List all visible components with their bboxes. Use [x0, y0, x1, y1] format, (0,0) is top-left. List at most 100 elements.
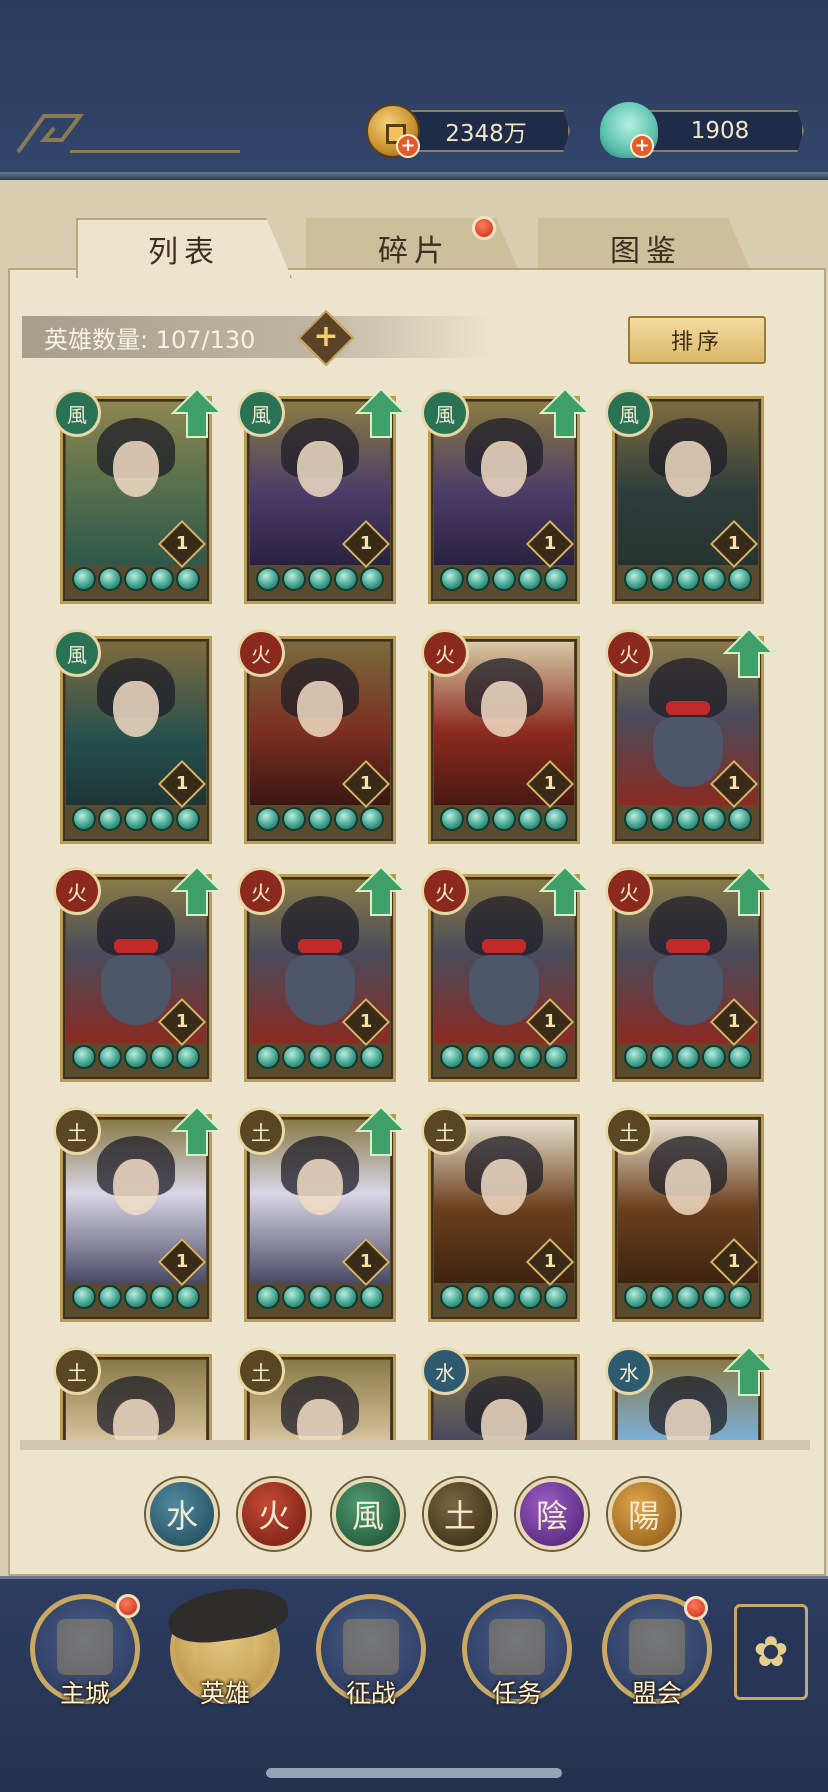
filter-earth-button[interactable]: 土: [424, 1478, 496, 1550]
hero-card[interactable]: 1土: [421, 1107, 580, 1322]
nav-quests-label: 任务: [491, 1679, 542, 1708]
jade-star-icon: [72, 567, 96, 591]
hero-card[interactable]: 土: [237, 1347, 396, 1448]
gem-currency[interactable]: 1908 +: [600, 102, 806, 158]
hero-level: 1: [175, 1251, 189, 1272]
upgrade-arrow-icon: [723, 627, 775, 678]
filter-fire-button[interactable]: 火: [238, 1478, 310, 1550]
fire-element-icon: 火: [53, 867, 101, 915]
hero-card[interactable]: 1火: [237, 629, 396, 844]
filter-water-button[interactable]: 水: [146, 1478, 218, 1550]
hero-level: 1: [359, 533, 373, 554]
hero-level: 1: [543, 1251, 557, 1272]
jade-star-icon: [518, 807, 542, 831]
coin-currency[interactable]: 2348万 +: [366, 104, 572, 158]
upgrade-arrow-icon: [723, 865, 775, 916]
jade-star-icon: [492, 807, 516, 831]
star-rating: [615, 567, 761, 597]
hero-card[interactable]: 1土: [605, 1107, 764, 1322]
upgrade-arrow-icon: [171, 1105, 223, 1156]
jade-star-icon: [624, 1285, 648, 1309]
jade-star-icon: [518, 567, 542, 591]
jade-star-icon: [176, 1045, 200, 1069]
filter-yin-button[interactable]: 陰: [516, 1478, 588, 1550]
jade-star-icon: [124, 567, 148, 591]
banner-gate-icon: [629, 1619, 685, 1675]
add-coins-icon[interactable]: +: [396, 134, 420, 158]
add-gems-icon[interactable]: +: [630, 134, 654, 158]
hero-card[interactable]: 土: [53, 1347, 212, 1448]
jade-star-icon: [466, 807, 490, 831]
hero-card[interactable]: 1土: [53, 1105, 223, 1322]
hero-card[interactable]: 1風: [237, 387, 407, 604]
jade-star-icon: [650, 567, 674, 591]
city-gate-icon: [57, 1619, 113, 1675]
upgrade-arrow-icon: [171, 865, 223, 916]
jade-star-icon: [360, 1285, 384, 1309]
star-rating: [63, 567, 209, 597]
jade-star-icon: [150, 567, 174, 591]
earth-element-icon: 土: [237, 1347, 285, 1395]
hero-card[interactable]: 1風: [53, 629, 212, 844]
sort-button[interactable]: 排序: [628, 316, 766, 364]
filter-yang-button[interactable]: 陽: [608, 1478, 680, 1550]
jade-star-icon: [650, 1045, 674, 1069]
hero-card[interactable]: 1風: [421, 387, 591, 604]
star-rating: [247, 1285, 393, 1315]
jade-star-icon: [466, 1285, 490, 1309]
jade-star-icon: [360, 1045, 384, 1069]
jade-star-icon: [124, 807, 148, 831]
hero-card[interactable]: 1火: [605, 865, 775, 1082]
hero-card[interactable]: 1風: [53, 387, 223, 604]
jade-star-icon: [440, 1045, 464, 1069]
hero-level: 1: [359, 773, 373, 794]
hero-card[interactable]: 1風: [605, 389, 764, 604]
jade-star-icon: [544, 807, 568, 831]
hero-card[interactable]: 1火: [605, 627, 775, 844]
hero-card[interactable]: 水: [605, 1345, 775, 1448]
tab-list[interactable]: 列表: [76, 218, 292, 278]
star-rating: [615, 807, 761, 837]
scroll-icon: [489, 1619, 545, 1675]
jade-star-icon: [256, 1045, 280, 1069]
hero-card[interactable]: 1土: [237, 1105, 407, 1322]
war-drum-icon: [343, 1619, 399, 1675]
upgrade-arrow-icon: [355, 1105, 407, 1156]
hero-level: 1: [543, 1011, 557, 1032]
jade-star-icon: [334, 1285, 358, 1309]
top-bar-border: [0, 172, 828, 180]
hero-count-label: 英雄数量: 107/130: [44, 325, 256, 354]
jade-star-icon: [544, 1045, 568, 1069]
hero-card[interactable]: 1火: [53, 865, 223, 1082]
jade-star-icon: [676, 1045, 700, 1069]
jade-star-icon: [466, 567, 490, 591]
jade-star-icon: [650, 807, 674, 831]
hero-card[interactable]: 1火: [421, 629, 580, 844]
star-rating: [247, 1045, 393, 1075]
jade-star-icon: [334, 807, 358, 831]
hero-card[interactable]: 水: [421, 1347, 580, 1448]
filter-wind-button[interactable]: 風: [332, 1478, 404, 1550]
upgrade-arrow-icon: [355, 387, 407, 438]
jade-star-icon: [702, 1045, 726, 1069]
water-element-icon: 水: [421, 1347, 469, 1395]
hero-card[interactable]: 1火: [421, 865, 591, 1082]
top-divider-line: [70, 150, 240, 153]
fire-element-icon: 火: [605, 867, 653, 915]
wind-element-icon: 風: [605, 389, 653, 437]
main-city-notification-dot: [116, 1594, 140, 1618]
jade-star-icon: [334, 1045, 358, 1069]
jade-star-icon: [728, 1285, 752, 1309]
jade-star-icon: [256, 807, 280, 831]
jade-star-icon: [150, 1045, 174, 1069]
jade-star-icon: [98, 807, 122, 831]
wind-element-icon: 風: [53, 389, 101, 437]
star-rating: [63, 807, 209, 837]
jade-star-icon: [98, 1045, 122, 1069]
jade-star-icon: [650, 1285, 674, 1309]
home-indicator[interactable]: [266, 1768, 562, 1778]
hero-card[interactable]: 1火: [237, 865, 407, 1082]
jade-star-icon: [282, 1285, 306, 1309]
more-menu-button[interactable]: ✿: [734, 1604, 808, 1700]
jade-star-icon: [702, 807, 726, 831]
